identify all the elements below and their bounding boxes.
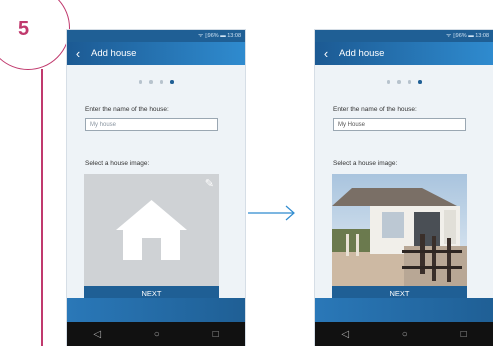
nav-recent-icon[interactable]: □ bbox=[461, 329, 467, 340]
house-photo bbox=[332, 174, 467, 286]
app-bar: ‹ Add house bbox=[67, 42, 245, 65]
page-title: Add house bbox=[339, 48, 385, 59]
android-nav-bar: ◁ ○ □ bbox=[67, 322, 245, 346]
step-dot bbox=[397, 80, 401, 84]
arrow-right-icon bbox=[248, 205, 295, 221]
house-icon bbox=[116, 200, 187, 260]
house-image-photo[interactable] bbox=[332, 174, 467, 286]
step-dot bbox=[407, 80, 411, 84]
house-image-label: Select a house image: bbox=[333, 160, 398, 167]
house-name-input[interactable]: My house bbox=[85, 118, 218, 131]
step-dot bbox=[149, 80, 153, 84]
step-dot-active bbox=[418, 80, 422, 84]
step-number: 5 bbox=[18, 18, 30, 40]
nav-home-icon[interactable]: ○ bbox=[402, 329, 408, 340]
android-nav-bar: ◁ ○ □ bbox=[315, 322, 493, 346]
house-image-picker[interactable]: ✎ bbox=[84, 174, 219, 286]
back-icon[interactable]: ‹ bbox=[67, 42, 89, 65]
phone-screen-before: ᯤ ▯96% ▬ 13:08 ‹ Add house Enter the nam… bbox=[67, 30, 245, 346]
step-dot-active bbox=[170, 80, 174, 84]
pencil-icon[interactable]: ✎ bbox=[205, 177, 214, 190]
step-indicator bbox=[315, 80, 493, 84]
nav-home-icon[interactable]: ○ bbox=[154, 329, 160, 340]
footer-band bbox=[67, 298, 245, 322]
status-bar: ᯤ ▯96% ▬ 13:08 bbox=[67, 30, 245, 42]
step-dot bbox=[159, 80, 163, 84]
step-indicator bbox=[67, 80, 245, 84]
step-dot bbox=[138, 80, 142, 84]
house-name-label: Enter the name of the house: bbox=[85, 106, 169, 113]
phone-screen-after: ᯤ ▯96% ▬ 13:08 ‹ Add house Enter the nam… bbox=[315, 30, 493, 346]
status-bar: ᯤ ▯96% ▬ 13:08 bbox=[315, 30, 493, 42]
step-dot bbox=[386, 80, 390, 84]
step-badge: 5 bbox=[0, 0, 70, 70]
house-name-label: Enter the name of the house: bbox=[333, 106, 417, 113]
back-icon[interactable]: ‹ bbox=[315, 42, 337, 65]
footer-band bbox=[315, 298, 493, 322]
page-title: Add house bbox=[91, 48, 137, 59]
nav-back-icon[interactable]: ◁ bbox=[93, 329, 101, 340]
nav-back-icon[interactable]: ◁ bbox=[341, 329, 349, 340]
house-image-label: Select a house image: bbox=[85, 160, 150, 167]
step-line bbox=[41, 69, 43, 346]
app-bar: ‹ Add house bbox=[315, 42, 493, 65]
house-name-input[interactable]: My House bbox=[333, 118, 466, 131]
nav-recent-icon[interactable]: □ bbox=[213, 329, 219, 340]
